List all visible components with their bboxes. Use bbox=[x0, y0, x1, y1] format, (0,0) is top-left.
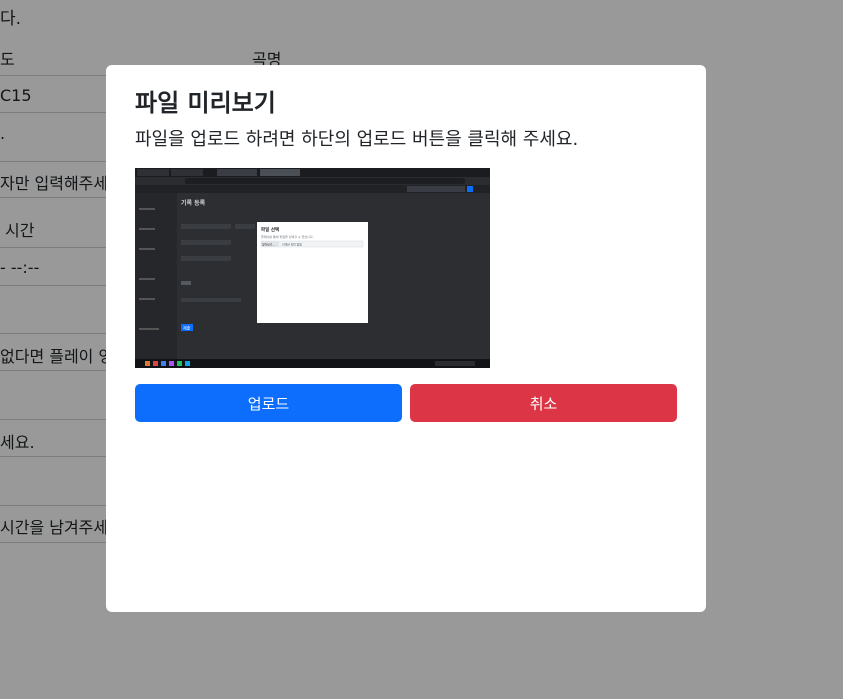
preview-dialog-title: 파일 선택 bbox=[261, 226, 279, 233]
preview-submit-label: 제출 bbox=[183, 325, 191, 331]
modal-title: 파일 미리보기 bbox=[135, 89, 276, 117]
file-preview-modal: 파일 미리보기 파일을 업로드 하려면 하단의 업로드 버튼을 클릭해 주세요. bbox=[106, 65, 706, 612]
preview-heading: 기록 등록 bbox=[181, 199, 206, 207]
preview-dialog-text: 플레이를 통해 파일을 선택할 수 있습니다. bbox=[261, 234, 314, 239]
preview-image: 기록 등록 제출 파일 선택 플레이를 통해 파일을 선택할 수 있습니다. 찾… bbox=[135, 168, 490, 368]
preview-file-button: 찾아보기... bbox=[262, 242, 275, 246]
preview-screenshot: 기록 등록 제출 파일 선택 플레이를 통해 파일을 선택할 수 있습니다. 찾… bbox=[135, 168, 490, 368]
preview-file-status: 선택된 파일 없음 bbox=[282, 242, 302, 246]
cancel-button[interactable]: 취소 bbox=[410, 384, 677, 422]
upload-button[interactable]: 업로드 bbox=[135, 384, 402, 422]
modal-description: 파일을 업로드 하려면 하단의 업로드 버튼을 클릭해 주세요. bbox=[135, 129, 579, 150]
